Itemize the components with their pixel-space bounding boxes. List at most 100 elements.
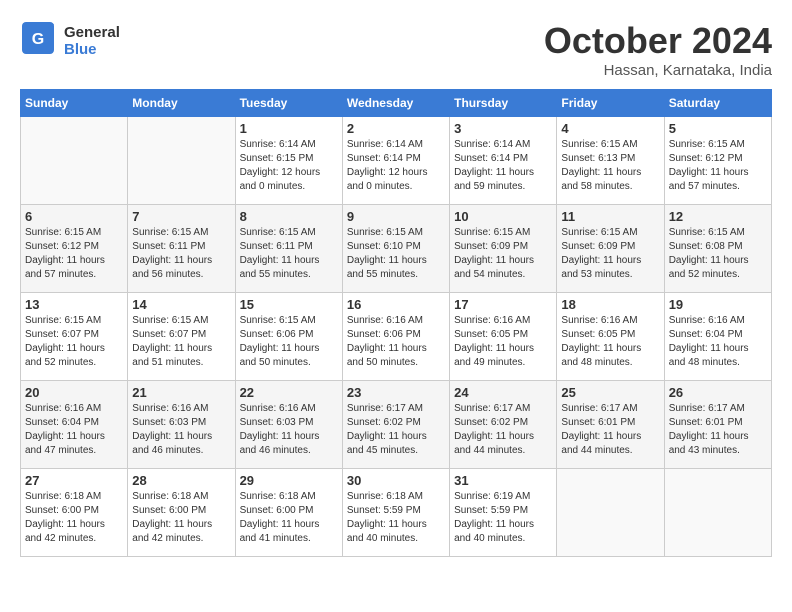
calendar-cell: 27 Sunrise: 6:18 AMSunset: 6:00 PMDayligh…	[21, 469, 128, 557]
day-number: 10	[454, 209, 552, 224]
calendar-cell	[557, 469, 664, 557]
day-number: 1	[240, 121, 338, 136]
cell-details: Sunrise: 6:16 AMSunset: 6:03 PMDaylight:…	[240, 402, 338, 458]
svg-text:G: G	[32, 31, 44, 48]
header-cell-saturday: Saturday	[664, 90, 771, 117]
cell-details: Sunrise: 6:15 AMSunset: 6:13 PMDaylight:…	[561, 138, 659, 194]
calendar-cell	[128, 117, 235, 205]
cell-details: Sunrise: 6:17 AMSunset: 6:02 PMDaylight:…	[454, 402, 552, 458]
week-row-5: 27 Sunrise: 6:18 AMSunset: 6:00 PMDayligh…	[21, 469, 772, 557]
calendar-cell: 25Sunrise: 6:17 AMSunset: 6:01 PMDayligh…	[557, 381, 664, 469]
week-row-1: 1 Sunrise: 6:14 AMSunset: 6:15 PMDaylight…	[21, 117, 772, 205]
calendar-cell	[21, 117, 128, 205]
calendar-cell: 7 Sunrise: 6:15 AMSunset: 6:11 PMDaylight…	[128, 205, 235, 293]
day-number: 18	[561, 297, 659, 312]
calendar-cell: 8 Sunrise: 6:15 AMSunset: 6:11 PMDaylight…	[235, 205, 342, 293]
calendar-cell: 17 Sunrise: 6:16 AMSunset: 6:05 PMDayligh…	[450, 293, 557, 381]
cell-details: Sunrise: 6:16 AMSunset: 6:05 PMDaylight:…	[561, 314, 659, 370]
day-number: 14	[132, 297, 230, 312]
calendar-cell: 28 Sunrise: 6:18 AMSunset: 6:00 PMDayligh…	[128, 469, 235, 557]
calendar-cell: 21 Sunrise: 6:16 AMSunset: 6:03 PMDayligh…	[128, 381, 235, 469]
cell-details: Sunrise: 6:15 AMSunset: 6:07 PMDaylight:…	[25, 314, 123, 370]
cell-details: Sunrise: 6:15 AMSunset: 6:06 PMDaylight:…	[240, 314, 338, 370]
day-number: 21	[132, 385, 230, 400]
cell-details: Sunrise: 6:19 AMSunset: 5:59 PMDaylight:…	[454, 490, 552, 546]
day-number: 2	[347, 121, 445, 136]
cell-details: Sunrise: 6:17 AMSunset: 6:01 PMDaylight:…	[669, 402, 767, 458]
calendar-cell: 19 Sunrise: 6:16 AMSunset: 6:04 PMDayligh…	[664, 293, 771, 381]
cell-details: Sunrise: 6:14 AMSunset: 6:15 PMDaylight:…	[240, 138, 338, 194]
day-number: 28	[132, 473, 230, 488]
cell-details: Sunrise: 6:15 AMSunset: 6:11 PMDaylight:…	[240, 226, 338, 282]
calendar-cell: 30Sunrise: 6:18 AMSunset: 5:59 PMDayligh…	[342, 469, 449, 557]
cell-details: Sunrise: 6:16 AMSunset: 6:05 PMDaylight:…	[454, 314, 552, 370]
calendar-cell: 1 Sunrise: 6:14 AMSunset: 6:15 PMDaylight…	[235, 117, 342, 205]
cell-details: Sunrise: 6:15 AMSunset: 6:10 PMDaylight:…	[347, 226, 445, 282]
logo: G General Blue	[20, 20, 120, 63]
calendar-cell: 31 Sunrise: 6:19 AMSunset: 5:59 PMDayligh…	[450, 469, 557, 557]
day-number: 27	[25, 473, 123, 488]
week-row-2: 6Sunrise: 6:15 AMSunset: 6:12 PMDaylight…	[21, 205, 772, 293]
title-section: October 2024 Hassan, Karnataka, India	[544, 20, 772, 79]
cell-details: Sunrise: 6:15 AMSunset: 6:11 PMDaylight:…	[132, 226, 230, 282]
day-number: 11	[561, 209, 659, 224]
day-number: 19	[669, 297, 767, 312]
cell-details: Sunrise: 6:16 AMSunset: 6:04 PMDaylight:…	[669, 314, 767, 370]
calendar-cell: 22 Sunrise: 6:16 AMSunset: 6:03 PMDayligh…	[235, 381, 342, 469]
calendar-cell: 14 Sunrise: 6:15 AMSunset: 6:07 PMDayligh…	[128, 293, 235, 381]
day-number: 22	[240, 385, 338, 400]
cell-details: Sunrise: 6:15 AMSunset: 6:12 PMDaylight:…	[25, 226, 123, 282]
cell-details: Sunrise: 6:16 AMSunset: 6:04 PMDaylight:…	[25, 402, 123, 458]
location: Hassan, Karnataka, India	[544, 62, 772, 79]
day-number: 8	[240, 209, 338, 224]
month-title: October 2024	[544, 20, 772, 62]
calendar-body: 1 Sunrise: 6:14 AMSunset: 6:15 PMDaylight…	[21, 117, 772, 557]
calendar-cell: 20 Sunrise: 6:16 AMSunset: 6:04 PMDayligh…	[21, 381, 128, 469]
cell-details: Sunrise: 6:18 AMSunset: 6:00 PMDaylight:…	[240, 490, 338, 546]
calendar-cell: 15Sunrise: 6:15 AMSunset: 6:06 PMDayligh…	[235, 293, 342, 381]
day-number: 4	[561, 121, 659, 136]
cell-details: Sunrise: 6:14 AMSunset: 6:14 PMDaylight:…	[347, 138, 445, 194]
cell-details: Sunrise: 6:15 AMSunset: 6:09 PMDaylight:…	[561, 226, 659, 282]
calendar-cell: 9Sunrise: 6:15 AMSunset: 6:10 PMDaylight…	[342, 205, 449, 293]
cell-details: Sunrise: 6:16 AMSunset: 6:06 PMDaylight:…	[347, 314, 445, 370]
day-number: 23	[347, 385, 445, 400]
calendar-cell: 16 Sunrise: 6:16 AMSunset: 6:06 PMDayligh…	[342, 293, 449, 381]
day-number: 5	[669, 121, 767, 136]
calendar-cell: 10 Sunrise: 6:15 AMSunset: 6:09 PMDayligh…	[450, 205, 557, 293]
calendar-cell: 11 Sunrise: 6:15 AMSunset: 6:09 PMDayligh…	[557, 205, 664, 293]
day-number: 30	[347, 473, 445, 488]
header-cell-thursday: Thursday	[450, 90, 557, 117]
day-number: 31	[454, 473, 552, 488]
day-number: 20	[25, 385, 123, 400]
cell-details: Sunrise: 6:18 AMSunset: 6:00 PMDaylight:…	[25, 490, 123, 546]
cell-details: Sunrise: 6:14 AMSunset: 6:14 PMDaylight:…	[454, 138, 552, 194]
day-number: 16	[347, 297, 445, 312]
calendar-cell: 5 Sunrise: 6:15 AMSunset: 6:12 PMDaylight…	[664, 117, 771, 205]
calendar-cell: 26Sunrise: 6:17 AMSunset: 6:01 PMDayligh…	[664, 381, 771, 469]
header-cell-sunday: Sunday	[21, 90, 128, 117]
logo-mark: G	[20, 20, 56, 63]
cell-details: Sunrise: 6:15 AMSunset: 6:08 PMDaylight:…	[669, 226, 767, 282]
cell-details: Sunrise: 6:15 AMSunset: 6:07 PMDaylight:…	[132, 314, 230, 370]
cell-details: Sunrise: 6:15 AMSunset: 6:09 PMDaylight:…	[454, 226, 552, 282]
day-number: 12	[669, 209, 767, 224]
page-header: G General Blue October 2024 Hassan, Karn…	[20, 20, 772, 79]
calendar-cell	[664, 469, 771, 557]
cell-details: Sunrise: 6:16 AMSunset: 6:03 PMDaylight:…	[132, 402, 230, 458]
header-row: SundayMondayTuesdayWednesdayThursdayFrid…	[21, 90, 772, 117]
day-number: 7	[132, 209, 230, 224]
header-cell-monday: Monday	[128, 90, 235, 117]
day-number: 24	[454, 385, 552, 400]
cell-details: Sunrise: 6:15 AMSunset: 6:12 PMDaylight:…	[669, 138, 767, 194]
header-cell-wednesday: Wednesday	[342, 90, 449, 117]
cell-details: Sunrise: 6:17 AMSunset: 6:01 PMDaylight:…	[561, 402, 659, 458]
calendar-cell: 18 Sunrise: 6:16 AMSunset: 6:05 PMDayligh…	[557, 293, 664, 381]
header-cell-tuesday: Tuesday	[235, 90, 342, 117]
calendar-cell: 29Sunrise: 6:18 AMSunset: 6:00 PMDayligh…	[235, 469, 342, 557]
day-number: 17	[454, 297, 552, 312]
cell-details: Sunrise: 6:18 AMSunset: 6:00 PMDaylight:…	[132, 490, 230, 546]
calendar-header: SundayMondayTuesdayWednesdayThursdayFrid…	[21, 90, 772, 117]
header-cell-friday: Friday	[557, 90, 664, 117]
calendar-cell: 12 Sunrise: 6:15 AMSunset: 6:08 PMDayligh…	[664, 205, 771, 293]
